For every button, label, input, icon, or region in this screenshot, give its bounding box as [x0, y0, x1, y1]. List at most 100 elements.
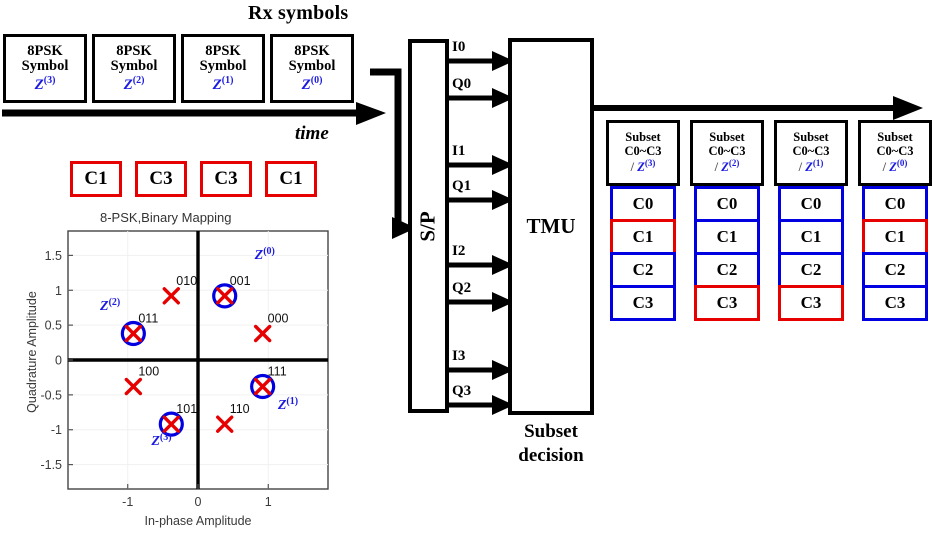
point-bit-label: 110: [230, 402, 250, 416]
decided-subset-box: C1: [70, 161, 122, 197]
rx-symbol-box: 8PSK Symbol Z(3): [3, 34, 87, 103]
point-bit-label: 101: [176, 402, 197, 416]
y-tick-label: 0.5: [45, 319, 62, 333]
subset-cell: C0: [694, 186, 760, 222]
subset-cell: C1: [694, 219, 760, 255]
sp-label-text: S/P: [416, 210, 440, 242]
subset-header-symbol: / Z(0): [882, 157, 908, 174]
iq-signal-label: I0: [452, 39, 466, 55]
subset-cell: C2: [610, 252, 676, 288]
symbol-index: Z(1): [212, 75, 234, 94]
iq-signal-label: Q1: [452, 178, 472, 194]
subset-cell: C3: [610, 285, 676, 321]
symbol-index: Z(3): [34, 75, 56, 94]
subset-header-range: C0~C3: [792, 144, 830, 159]
symbol-modulation: 8PSK: [294, 42, 330, 59]
subset-column-header: Subset C0~C3/ Z(3): [606, 120, 680, 186]
iq-signal-label: Q3: [452, 383, 472, 399]
symbol-to-sp-connector: [370, 68, 416, 239]
subset-header-symbol: / Z(3): [630, 157, 656, 174]
point-bit-label: 000: [268, 312, 289, 326]
symbol-modulation: 8PSK: [205, 42, 241, 59]
subset-cell: C2: [778, 252, 844, 288]
symbol-word: Symbol: [110, 58, 158, 75]
subset-columns-area: Subset C0~C3/ Z(3) C0 C1 C2 C3 Subset C0~C3/ Z(…: [606, 120, 932, 321]
subset-column: Subset C0~C3/ Z(2) C0 C1 C2 C3: [690, 120, 764, 321]
subset-column-header: Subset C0~C3/ Z(0): [858, 120, 932, 186]
y-tick-label: -1: [51, 423, 62, 437]
subset-cell-list: C0 C1 C2 C3: [610, 186, 676, 321]
subset-header-line1: Subset: [793, 130, 829, 145]
point-bit-label: 011: [138, 312, 158, 326]
y-tick-label: 1.5: [45, 249, 62, 263]
subset-column: Subset C0~C3/ Z(3) C0 C1 C2 C3: [606, 120, 680, 321]
subset-header-range: C0~C3: [624, 144, 662, 159]
decided-subset-box: C3: [135, 161, 187, 197]
subset-decision-line1: Subset: [524, 421, 578, 442]
point-bit-label: 010: [176, 274, 197, 288]
subset-decision-label: Subset decision: [503, 420, 599, 468]
subset-cell-list: C0 C1 C2 C3: [778, 186, 844, 321]
rx-symbol-box: 8PSK Symbol Z(2): [92, 34, 176, 103]
subset-header-range: C0~C3: [876, 144, 914, 159]
subset-column: Subset C0~C3/ Z(1) C0 C1 C2 C3: [774, 120, 848, 321]
iq-signal-label: I1: [452, 143, 466, 159]
subset-cell: C1: [610, 219, 676, 255]
subset-cell: C2: [862, 252, 928, 288]
constellation-plot: 1.5 1 0.5 0 -0.5 -1 -1.5 -1 0 1 001 010 011 000 100 101…: [40, 230, 329, 509]
iq-label-group: I0 Q0 I1 Q1 I2 Q2 I3 Q3: [446, 30, 516, 420]
iq-signal-label: Q2: [452, 280, 472, 296]
subset-header-symbol: / Z(2): [714, 157, 740, 174]
y-tick-label: -0.5: [40, 388, 62, 402]
subset-cell: C0: [778, 186, 844, 222]
subset-column-header: Subset C0~C3/ Z(1): [774, 120, 848, 186]
chart-x-axis-label: In-phase Amplitude: [144, 514, 252, 528]
point-bit-label: 100: [138, 364, 159, 378]
y-tick-label: -1.5: [40, 458, 62, 472]
rx-symbol-row: 8PSK Symbol Z(3) 8PSK Symbol Z(2) 8PSK Symbol Z(…: [3, 34, 354, 103]
iq-signal-label: I2: [452, 243, 466, 259]
x-tick-label: 0: [195, 495, 202, 509]
subset-column: Subset C0~C3/ Z(0) C0 C1 C2 C3: [858, 120, 932, 321]
symbol-modulation: 8PSK: [116, 42, 152, 59]
x-tick-label: -1: [122, 495, 133, 509]
rx-symbol-box: 8PSK Symbol Z(1): [181, 34, 265, 103]
point-bit-label: 111: [268, 364, 287, 378]
tmu-label: TMU: [526, 214, 576, 238]
iq-signal-label: Q0: [452, 76, 472, 92]
subset-header-symbol: / Z(1): [798, 157, 824, 174]
iq-signal-label: I3: [452, 348, 466, 364]
subset-cell: C3: [862, 285, 928, 321]
symbol-index: Z(2): [123, 75, 145, 94]
subset-column-header: Subset C0~C3/ Z(2): [690, 120, 764, 186]
time-label: time: [295, 123, 329, 144]
subset-cell-list: C0 C1 C2 C3: [862, 186, 928, 321]
x-tick-label: 1: [265, 495, 272, 509]
subset-cell: C3: [778, 285, 844, 321]
subset-header-line1: Subset: [625, 130, 661, 145]
point-bit-label: 001: [230, 274, 251, 288]
symbol-word: Symbol: [21, 58, 69, 75]
subset-cell: C0: [862, 186, 928, 222]
subset-cell: C0: [610, 186, 676, 222]
symbol-word: Symbol: [288, 58, 336, 75]
subset-cell-list: C0 C1 C2 C3: [694, 186, 760, 321]
symbol-modulation: 8PSK: [27, 42, 63, 59]
y-tick-label: 0: [55, 354, 62, 368]
subset-header-range: C0~C3: [708, 144, 746, 159]
decided-subset-box: C3: [200, 161, 252, 197]
subset-cell: C3: [694, 285, 760, 321]
subset-cell: C1: [862, 219, 928, 255]
page-title: Rx symbols: [248, 2, 349, 24]
chart-title: 8-PSK,Binary Mapping: [100, 210, 232, 225]
subset-decision-line2: decision: [518, 444, 584, 466]
decided-subset-row: C1 C3 C3 C1: [70, 161, 317, 197]
symbol-index: Z(0): [301, 75, 323, 94]
subset-cell: C2: [694, 252, 760, 288]
sp-label: S/P: [408, 39, 449, 413]
subset-header-line1: Subset: [877, 130, 913, 145]
decided-subset-box: C1: [265, 161, 317, 197]
subset-header-line1: Subset: [709, 130, 745, 145]
symbol-word: Symbol: [199, 58, 247, 75]
subset-cell: C1: [778, 219, 844, 255]
